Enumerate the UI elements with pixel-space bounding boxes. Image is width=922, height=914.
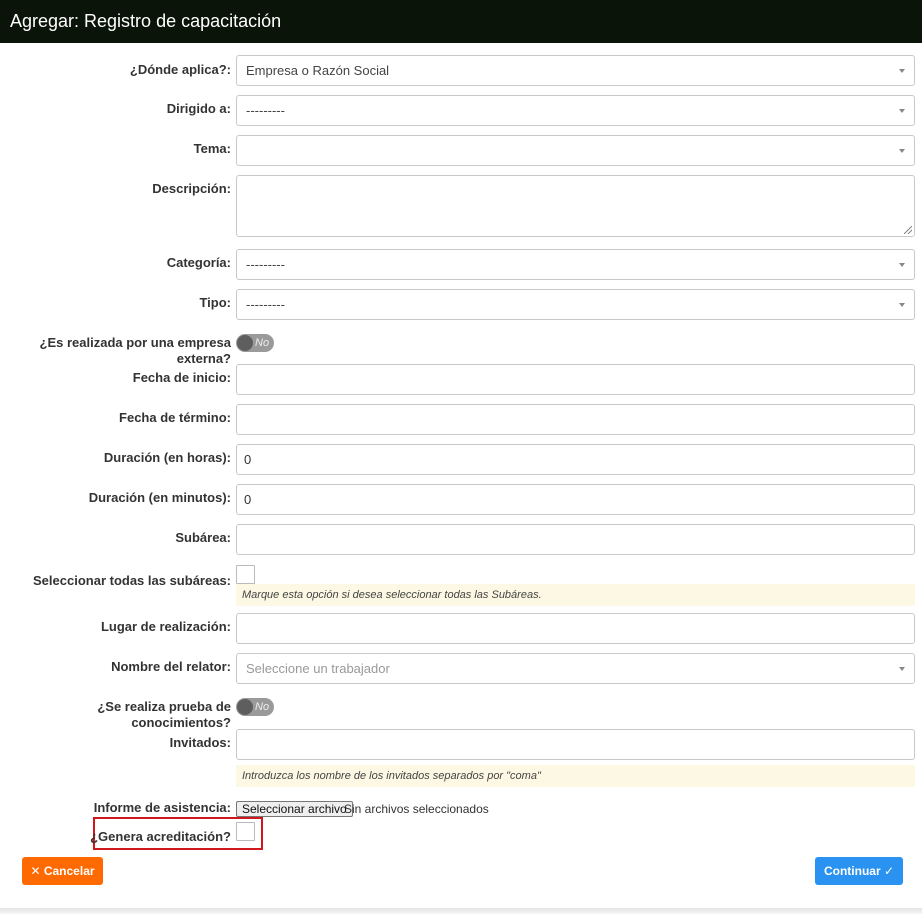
fecha-inicio-label: Fecha de inicio:: [132, 370, 231, 385]
prueba-toggle-text: No: [255, 701, 270, 713]
categoria-select[interactable]: ---------: [236, 249, 915, 280]
resize-handle-icon[interactable]: [904, 226, 912, 234]
donde-aplica-value: Empresa o Razón Social: [246, 63, 390, 78]
chevron-down-icon: [899, 667, 905, 671]
duracion-minutos-label: Duración (en minutos):: [88, 490, 231, 505]
invitados-help: Introduzca los nombre de los invitados s…: [236, 765, 915, 787]
invitados-input[interactable]: [236, 729, 915, 760]
chevron-down-icon: [899, 303, 905, 307]
subarea-input[interactable]: [236, 524, 915, 555]
chevron-down-icon: [899, 263, 905, 267]
chevron-down-icon: [899, 109, 905, 113]
toggle-knob: [237, 699, 253, 715]
todas-subareas-label: Seleccionar todas las subáreas:: [33, 573, 231, 588]
fecha-termino-input[interactable]: [236, 404, 915, 435]
lugar-input[interactable]: [236, 613, 915, 644]
page-title: Agregar: Registro de capacitación: [0, 0, 922, 43]
informe-label: Informe de asistencia:: [93, 800, 231, 815]
modal-bottom-edge: [0, 908, 922, 914]
chevron-down-icon: [899, 149, 905, 153]
chevron-down-icon: [899, 69, 905, 73]
toggle-knob: [237, 335, 253, 351]
invitados-label: Invitados:: [169, 735, 231, 750]
acreditacion-checkbox[interactable]: [236, 822, 255, 841]
empresa-externa-toggle[interactable]: No: [236, 334, 274, 352]
dirigido-a-label: Dirigido a:: [166, 101, 231, 116]
dirigido-a-select[interactable]: ---------: [236, 95, 915, 126]
relator-select[interactable]: Seleccione un trabajador: [236, 653, 915, 684]
tema-select[interactable]: [236, 135, 915, 166]
duracion-horas-input[interactable]: 0: [236, 444, 915, 475]
tema-label: Tema:: [193, 141, 231, 156]
cancel-button[interactable]: ✕ Cancelar: [22, 857, 103, 885]
todas-subareas-checkbox[interactable]: [236, 565, 255, 584]
duracion-horas-value: 0: [244, 452, 252, 467]
fecha-termino-label: Fecha de término:: [119, 410, 231, 425]
tipo-label: Tipo:: [199, 295, 231, 310]
duracion-minutos-value: 0: [244, 492, 252, 507]
duracion-minutos-input[interactable]: 0: [236, 484, 915, 515]
dirigido-a-value: ---------: [246, 103, 285, 118]
tipo-value: ---------: [246, 297, 285, 312]
categoria-value: ---------: [246, 257, 285, 272]
relator-placeholder: Seleccione un trabajador: [246, 661, 390, 676]
prueba-toggle[interactable]: No: [236, 698, 274, 716]
file-select-button[interactable]: Seleccionar archivo: [236, 801, 353, 817]
donde-aplica-select[interactable]: Empresa o Razón Social: [236, 55, 915, 86]
donde-aplica-label: ¿Dónde aplica?:: [129, 62, 231, 77]
empresa-externa-label: ¿Es realizada por una empresa externa?: [39, 335, 231, 366]
empresa-externa-toggle-text: No: [255, 337, 270, 349]
subarea-label: Subárea:: [175, 530, 231, 545]
prueba-label: ¿Se realiza prueba de conocimientos?: [97, 699, 231, 730]
descripcion-textarea[interactable]: [236, 175, 915, 237]
file-status: Sin archivos seleccionados: [344, 802, 489, 816]
continue-button[interactable]: Continuar ✓: [815, 857, 903, 885]
fecha-inicio-input[interactable]: [236, 364, 915, 395]
relator-label: Nombre del relator:: [111, 659, 231, 674]
descripcion-label: Descripción:: [152, 181, 231, 196]
tipo-select[interactable]: ---------: [236, 289, 915, 320]
lugar-label: Lugar de realización:: [100, 619, 231, 634]
categoria-label: Categoría:: [166, 255, 231, 270]
acreditacion-label: ¿Genera acreditación?: [90, 829, 231, 844]
todas-subareas-help: Marque esta opción si desea seleccionar …: [236, 584, 915, 606]
duracion-horas-label: Duración (en horas):: [103, 450, 231, 465]
